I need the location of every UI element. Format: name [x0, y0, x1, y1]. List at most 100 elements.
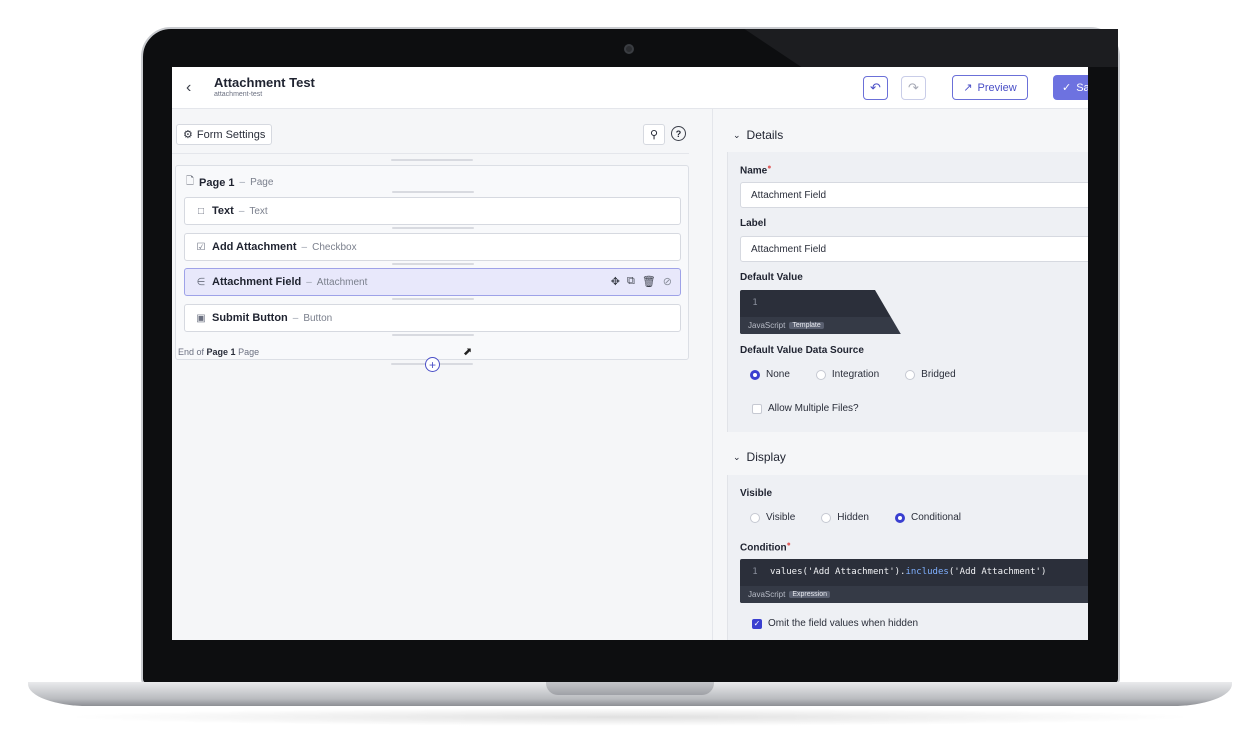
code-footer: JavaScript Expression	[740, 586, 1088, 603]
row-actions: ✥ ⧉ 🗑 ⊘	[611, 275, 672, 288]
radio-none[interactable]: None	[750, 369, 790, 380]
radio-label: Conditional	[910, 512, 962, 523]
radio-label: None	[766, 369, 790, 380]
redo-button[interactable]: ↷	[901, 76, 926, 100]
separator: –	[306, 276, 312, 288]
end-suffix: Page	[238, 347, 260, 357]
delete-icon[interactable]: 🗑	[642, 275, 656, 288]
field-row-attachment-field[interactable]: ∈ Attachment Field – Attachment ✥ ⧉ 🗑 ⊘	[184, 268, 681, 296]
field-name: Submit Button	[212, 312, 288, 324]
radio-visible[interactable]: Visible	[750, 512, 795, 523]
save-button[interactable]: ✓ Sa	[1053, 75, 1088, 100]
editor-glare	[875, 290, 1088, 334]
radio-icon	[815, 369, 826, 380]
end-prefix: End of	[178, 347, 205, 357]
back-arrow-icon[interactable]: ‹	[186, 79, 191, 97]
camera-icon	[624, 44, 634, 54]
radio-label: Visible	[766, 512, 796, 523]
checkbox-label: Omit the field values when hidden	[768, 618, 919, 629]
default-value-editor[interactable]: 1 JavaScript Template	[740, 290, 1088, 334]
display-section: Visible Visible Hidden Conditional Condi…	[727, 475, 1088, 640]
code-function: includes	[905, 567, 949, 577]
visible-radio-group: Visible Hidden Conditional	[750, 512, 961, 523]
button-icon: ▣	[196, 312, 206, 324]
undo-button[interactable]: ↶	[863, 76, 888, 100]
radio-bridged[interactable]: Bridged	[905, 369, 956, 380]
details-section-toggle[interactable]: ⌄ Details	[733, 128, 783, 142]
label-input[interactable]: Attachment Field	[740, 236, 1088, 262]
field-type: Checkbox	[312, 241, 357, 253]
top-bar: ‹ Attachment Test attachment-test ↶ ↷ ↗ …	[172, 67, 1088, 109]
display-section-toggle[interactable]: ⌄ Display	[733, 450, 786, 464]
name-label-text: Name	[740, 165, 768, 177]
radio-label: Bridged	[921, 369, 956, 380]
field-row-add-attachment[interactable]: ☑ Add Attachment – Checkbox	[184, 233, 681, 261]
undo-icon: ↶	[870, 80, 881, 95]
page-header: 🗋 Page 1 – Page	[186, 174, 273, 191]
search-button[interactable]: ⚲	[643, 124, 665, 145]
duplicate-icon[interactable]: ⧉	[627, 275, 635, 288]
details-title: Details	[746, 128, 784, 142]
code-text: values('Add Attachment').includes('Add A…	[770, 567, 1046, 577]
form-builder-panel: ⚙ Form Settings ⚲ ? 🗋 Page 1 – Page □ Te…	[172, 109, 712, 640]
radio-icon	[821, 512, 832, 523]
name-input[interactable]: Attachment Field	[740, 182, 1088, 208]
code-line: 1 values('Add Attachment').includes('Add…	[740, 559, 1088, 585]
display-title: Display	[746, 450, 786, 464]
external-arrow-icon: ↗	[963, 82, 973, 94]
visible-label: Visible	[740, 488, 773, 499]
add-element-button[interactable]: +	[425, 357, 440, 372]
drop-zone	[392, 191, 474, 193]
mouse-cursor-icon: ⬈	[463, 346, 473, 358]
radio-conditional[interactable]: Conditional	[894, 512, 962, 523]
radio-hidden[interactable]: Hidden	[821, 512, 869, 523]
separator: –	[238, 205, 245, 217]
required-icon: ●	[786, 541, 791, 548]
code-part: values('Add Attachment').	[770, 567, 906, 577]
radio-selected-icon	[894, 512, 905, 523]
radio-label: Hidden	[837, 512, 869, 523]
form-slug: attachment-test	[214, 91, 263, 98]
field-name: Text	[212, 205, 234, 217]
code-mode-tag: Expression	[789, 591, 830, 598]
help-icon[interactable]: ?	[671, 126, 686, 141]
gear-icon: ⚙	[183, 129, 193, 141]
drop-zone	[392, 263, 474, 265]
code-mode-tag: Template	[789, 322, 824, 329]
omit-values-checkbox[interactable]: ✓ Omit the field values when hidden	[752, 618, 918, 629]
hidden-eye-icon[interactable]: ⊘	[663, 275, 672, 288]
folder-icon: □	[197, 205, 205, 217]
app-screen: ‹ Attachment Test attachment-test ↶ ↷ ↗ …	[172, 67, 1088, 640]
condition-label-text: Condition	[740, 542, 787, 554]
page-icon: 🗋	[186, 176, 195, 187]
radio-integration[interactable]: Integration	[815, 369, 879, 380]
drop-zone	[392, 334, 474, 336]
page-card[interactable]: 🗋 Page 1 – Page □ Text – Text ☑ Add Atta…	[175, 165, 689, 360]
field-name: Add Attachment	[212, 241, 297, 253]
field-type: Text	[249, 205, 268, 217]
drop-zone	[391, 159, 473, 161]
field-name: Attachment Field	[212, 276, 302, 288]
allow-multiple-checkbox[interactable]: Allow Multiple Files?	[752, 403, 859, 414]
save-label: Sa	[1076, 81, 1088, 94]
preview-button[interactable]: ↗ Preview	[952, 75, 1028, 100]
details-section: Name● Attachment Field Label Attachment …	[727, 152, 1088, 432]
checkbox-icon: ☑	[196, 241, 206, 253]
code-language: JavaScript	[748, 590, 786, 599]
form-settings-button[interactable]: ⚙ Form Settings	[176, 124, 273, 145]
radio-icon	[750, 512, 760, 523]
condition-label: Condition●	[740, 541, 791, 553]
code-part: ('Add Attachment')	[948, 567, 1047, 577]
required-icon: ●	[767, 164, 772, 171]
field-row-submit-button[interactable]: ▣ Submit Button – Button	[184, 304, 681, 332]
field-row-text[interactable]: □ Text – Text	[184, 197, 681, 225]
condition-editor[interactable]: 1 values('Add Attachment').includes('Add…	[740, 559, 1088, 603]
properties-panel: ⌄ Details Name● Attachment Field Label A…	[712, 109, 1088, 640]
move-icon[interactable]: ✥	[611, 275, 620, 288]
end-of-page-label: End of Page 1 Page	[178, 347, 259, 357]
form-title: Attachment Test	[214, 75, 315, 90]
line-number: 1	[752, 298, 758, 308]
chevron-down-icon: ⌄	[733, 129, 741, 140]
divider	[172, 153, 689, 154]
label-label: Label	[740, 218, 767, 229]
